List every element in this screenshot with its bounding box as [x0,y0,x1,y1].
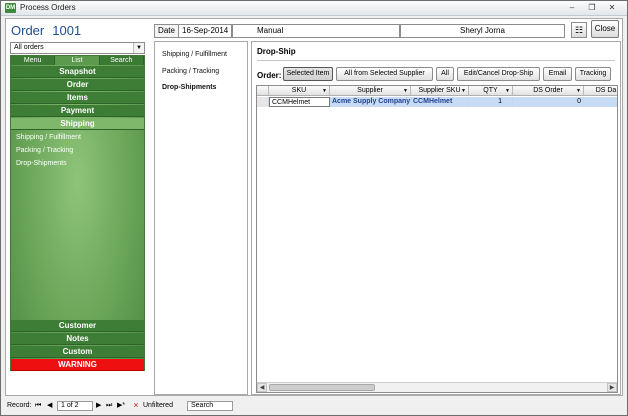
selected-item-button[interactable]: Selected Item [283,67,333,81]
column-header-supplier[interactable]: Supplier ▼ [330,86,411,96]
tab-search[interactable]: Search [100,56,144,65]
cell-sku[interactable]: CCMHelmet [269,97,330,107]
nav-item-payment[interactable]: Payment [11,105,144,117]
app-icon: DM [5,3,16,13]
search-input[interactable]: Search [187,401,233,411]
title-bar: DM Process Orders – ❐ ✕ [1,1,627,16]
section-title: Drop-Ship [257,47,296,56]
grid-header: SKU ▼ Supplier ▼ Supplier SKU ▼ QTY ▼ DS Ord… [257,86,617,96]
scroll-right-icon[interactable]: ▶ [607,383,617,392]
first-record-icon[interactable]: ⏮ [35,399,41,412]
email-button[interactable]: Email [543,67,572,81]
scroll-thumb[interactable] [269,384,375,391]
drop-ship-panel: Drop-Ship Order: Selected Item All from … [251,41,621,395]
nav-item-customer[interactable]: Customer [11,320,144,332]
filter-state[interactable]: Unfiltered [143,399,173,412]
nav-sub-drop-shipments[interactable]: Drop-Shipments [16,160,67,167]
nav-item-items[interactable]: Items [11,92,144,104]
filter-icon[interactable]: ⨯ [133,399,139,412]
table-row[interactable]: CCMHelmet Acme Supply Company CCMHelmet … [257,97,617,107]
date-field[interactable]: 16-Sep-2014 [178,24,232,38]
submenu-packing-tracking[interactable]: Packing / Tracking [162,68,219,75]
column-header-supplier-sku[interactable]: Supplier SKU ▼ [411,86,469,96]
cell-ds-order[interactable]: 0 [513,97,584,107]
orders-filter-value: All orders [14,44,44,51]
nav-item-snapshot[interactable]: Snapshot [11,66,144,78]
source-field[interactable]: Manual [232,24,400,38]
nav-item-notes[interactable]: Notes [11,333,144,345]
nav-item-shipping[interactable]: Shipping [11,118,144,130]
tracking-button[interactable]: Tracking [575,67,611,81]
cell-ds-date[interactable] [584,97,617,107]
date-label: Date [154,24,179,38]
row-selector[interactable] [257,97,269,107]
all-button[interactable]: All [436,67,454,81]
window-title: Process Orders [20,3,76,12]
nav-item-order[interactable]: Order [11,79,144,91]
shipping-submenu: Shipping / Fulfillment Packing / Trackin… [154,41,248,395]
column-header-sku[interactable]: SKU ▼ [269,86,330,96]
edit-cancel-drop-ship-button[interactable]: Edit/Cancel Drop-Ship [457,67,540,81]
navigation-panel: Menu List Search Snapshot Order Items Pa… [10,55,145,371]
record-position-field[interactable]: 1 of 2 [57,401,93,411]
calendar-icon[interactable]: ☷ [571,22,587,38]
row-selector-header [257,86,269,96]
order-label: Order [11,23,45,38]
close-button[interactable]: Close [591,20,619,38]
sort-arrow-icon[interactable]: ▼ [576,86,581,96]
sort-arrow-icon[interactable]: ▼ [461,86,466,96]
scroll-left-icon[interactable]: ◀ [257,383,267,392]
submenu-drop-shipments[interactable]: Drop-Shipments [162,84,216,91]
tab-menu[interactable]: Menu [11,56,56,65]
order-number: 1001 [52,23,82,38]
drop-ship-grid: SKU ▼ Supplier ▼ Supplier SKU ▼ QTY ▼ DS Ord… [256,85,618,393]
warning-banner[interactable]: WARNING [11,359,144,371]
sort-arrow-icon[interactable]: ▼ [403,86,408,96]
tab-list[interactable]: List [55,56,100,65]
column-header-ds-order[interactable]: DS Order ▼ [513,86,584,96]
chevron-down-icon[interactable]: ▼ [133,43,144,53]
new-record-icon[interactable]: ▶* [117,399,125,412]
nav-tabs: Menu List Search [11,56,144,65]
order-actions-label: Order: [257,71,282,80]
order-heading: Order 1001 [11,23,81,38]
record-label: Record: [7,402,32,409]
record-navigation-bar: Record: ⏮ ◀ 1 of 2 ▶ ⏭ ▶* ⨯ Unfiltered S… [5,399,623,412]
cell-supplier[interactable]: Acme Supply Company [330,97,411,107]
sort-arrow-icon[interactable]: ▼ [322,86,327,96]
last-record-icon[interactable]: ⏭ [106,399,112,412]
sort-arrow-icon[interactable]: ▼ [505,86,510,96]
nav-sub-packing-tracking[interactable]: Packing / Tracking [16,147,73,154]
cell-supplier-sku[interactable]: CCMHelmet [411,97,469,107]
process-orders-window: DM Process Orders – ❐ ✕ Order 1001 All or… [0,0,628,416]
previous-record-icon[interactable]: ◀ [47,399,52,412]
orders-filter-select[interactable]: All orders ▼ [10,42,145,54]
customer-name-field[interactable]: Sheryl Jorna [400,24,565,38]
client-area: Order 1001 All orders ▼ Menu List Search … [5,18,623,396]
restore-icon[interactable]: ❐ [584,2,600,14]
cell-qty[interactable]: 1 [469,97,513,107]
minimize-icon[interactable]: – [564,2,580,14]
nav-sub-shipping-fulfillment[interactable]: Shipping / Fulfillment [16,134,81,141]
column-header-qty[interactable]: QTY ▼ [469,86,513,96]
horizontal-scrollbar[interactable]: ◀ ▶ [257,382,617,392]
nav-item-custom[interactable]: Custom [11,346,144,358]
column-header-ds-date[interactable]: DS Da [584,86,617,96]
all-from-supplier-button[interactable]: All from Selected Supplier [336,67,433,81]
section-divider [257,60,615,61]
submenu-shipping-fulfillment[interactable]: Shipping / Fulfillment [162,51,227,58]
next-record-icon[interactable]: ▶ [96,399,101,412]
close-window-icon[interactable]: ✕ [604,2,620,14]
